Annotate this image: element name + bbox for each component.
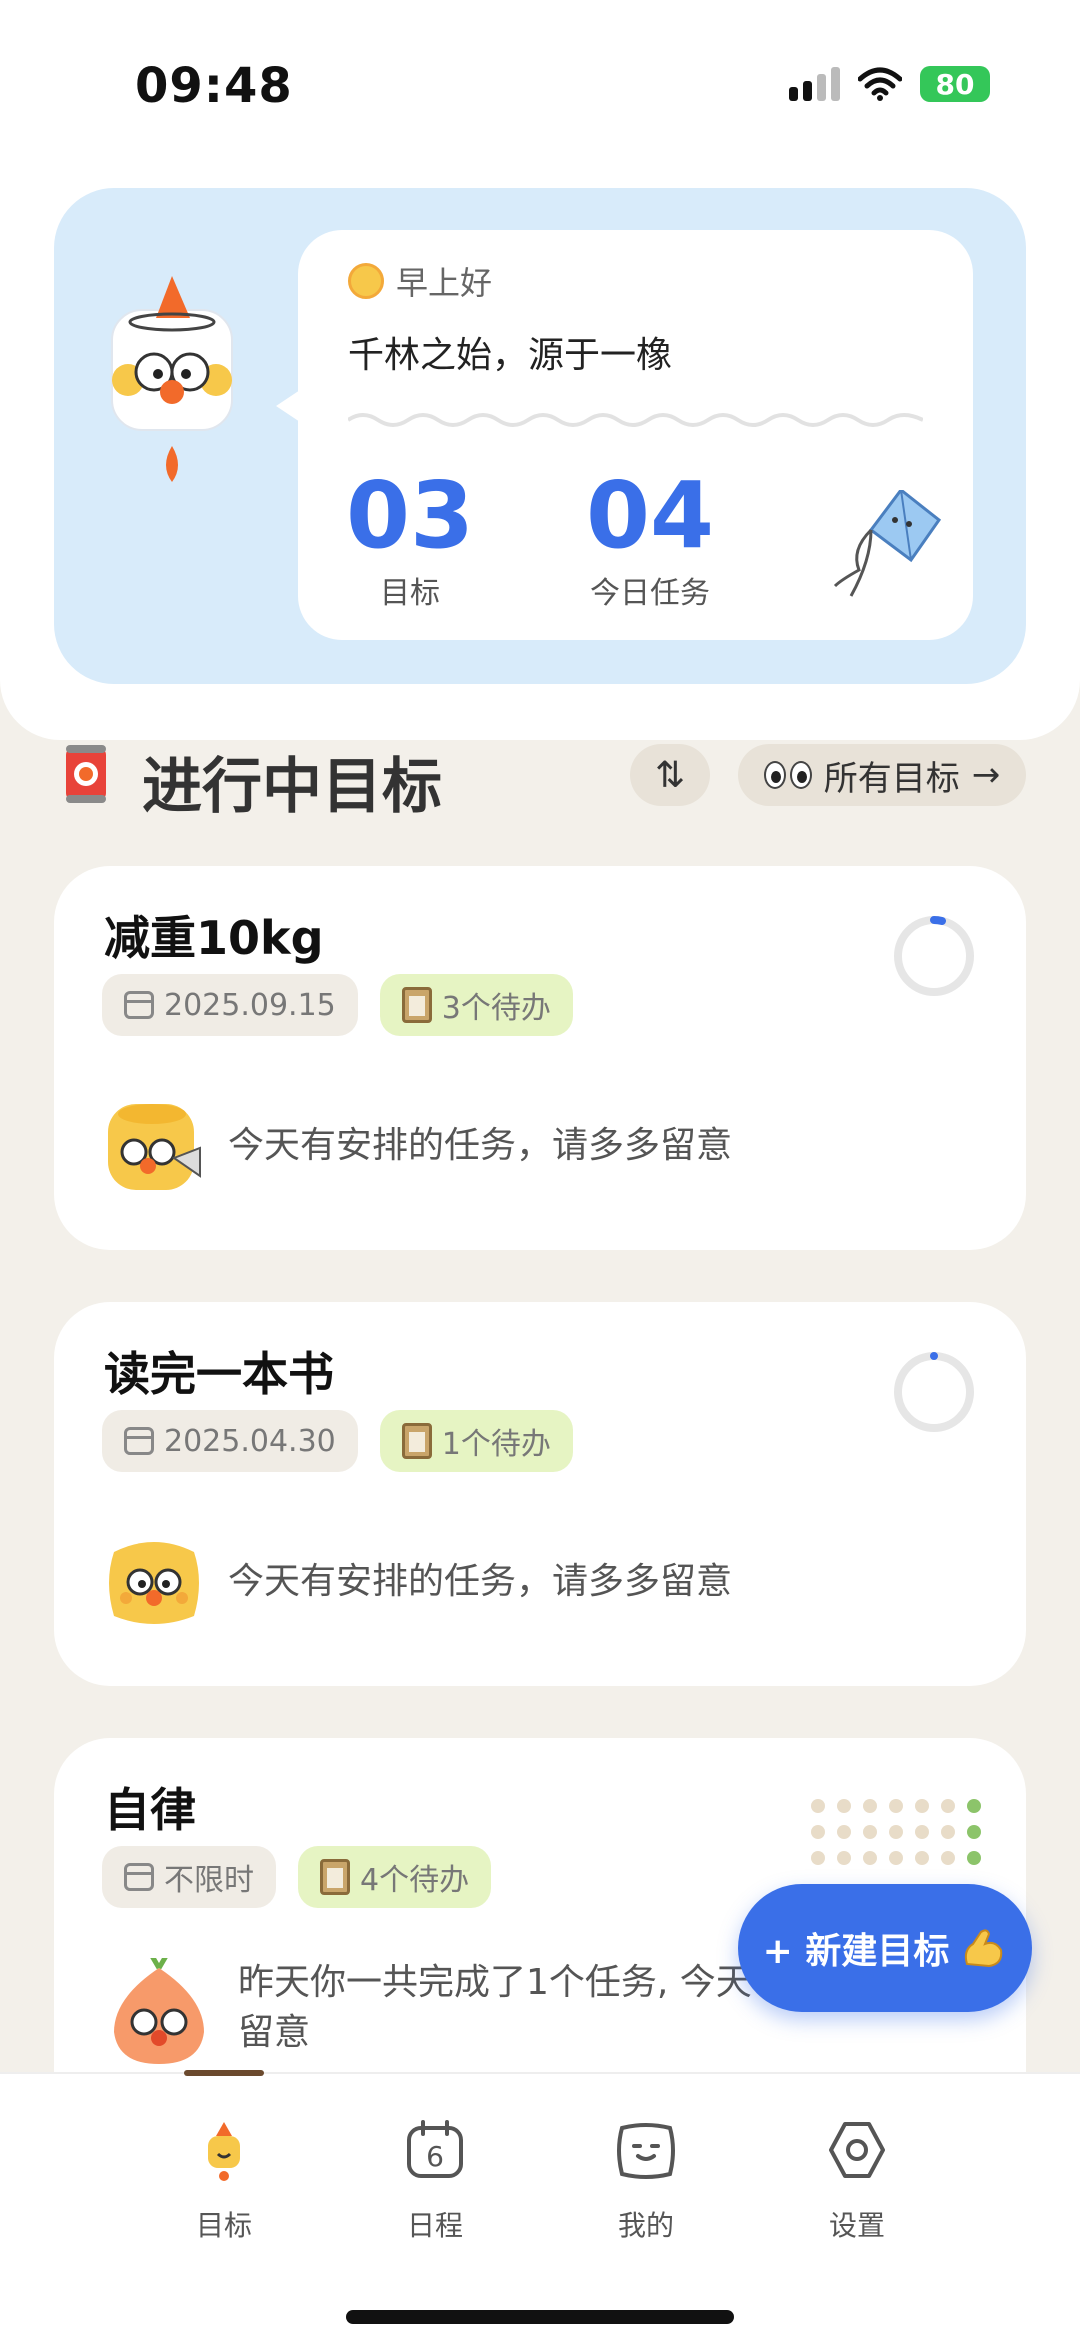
toast-mascot-icon bbox=[108, 1104, 201, 1190]
tab-goals-label: 目标 bbox=[195, 2209, 252, 2242]
signal-icon bbox=[789, 67, 840, 101]
sponge-mascot-icon bbox=[109, 1542, 199, 1624]
eyes-icon bbox=[763, 761, 812, 789]
today-task-count: 04 bbox=[586, 462, 715, 569]
goal-message-line2: 留意 bbox=[238, 2012, 311, 2054]
progress-ring bbox=[894, 916, 974, 996]
calendar-icon bbox=[124, 1427, 154, 1455]
deadline-tag: 不限时 bbox=[102, 1846, 276, 1908]
flexed-arm-icon bbox=[965, 1929, 1003, 1968]
deadline-text: 2025.09.15 bbox=[164, 987, 336, 1023]
active-tab-indicator bbox=[184, 2070, 264, 2076]
status-time: 09:48 bbox=[135, 58, 293, 114]
dots-decoration bbox=[811, 1799, 981, 1865]
battery-level: 80 bbox=[935, 67, 975, 101]
tab-settings[interactable]: 设置 bbox=[797, 2118, 917, 2244]
all-goals-label: 所有目标 bbox=[823, 758, 960, 799]
tab-bar: 目标 6 日程 我的 设置 bbox=[0, 2070, 1080, 2348]
goal-count-stat[interactable]: 03 目标 bbox=[346, 470, 474, 612]
clipboard-icon bbox=[320, 1859, 350, 1895]
todo-tag: 3个待办 bbox=[379, 974, 573, 1036]
today-task-label: 今日任务 bbox=[590, 576, 711, 611]
new-goal-label: + 新建目标 bbox=[762, 1931, 950, 1972]
sort-icon: ⇅ bbox=[654, 754, 686, 796]
goal-card[interactable]: 读完一本书 2025.04.30 1个待办 今天有安排的任务，请多多留意 bbox=[54, 1302, 1026, 1686]
clipboard-icon bbox=[401, 1423, 432, 1459]
progress-ring bbox=[894, 1352, 974, 1432]
goal-message: 昨天你一共完成了1个任务, 今天 bbox=[238, 1962, 752, 2003]
wifi-icon bbox=[858, 67, 902, 101]
tab-mine-label: 我的 bbox=[617, 2209, 674, 2242]
todo-text: 3个待办 bbox=[441, 991, 551, 1026]
goal-title: 读完一本书 bbox=[104, 1347, 334, 1401]
today-task-stat[interactable]: 04 今日任务 bbox=[586, 470, 714, 612]
tab-schedule-label: 日程 bbox=[406, 2209, 463, 2242]
arrow-right-icon: → bbox=[971, 755, 1001, 795]
todo-tag: 4个待办 bbox=[298, 1846, 492, 1908]
sun-icon bbox=[348, 263, 384, 299]
motto-text: 千林之始，源于一橡 bbox=[348, 335, 673, 376]
can-icon bbox=[66, 745, 106, 803]
kite-icon bbox=[833, 490, 941, 597]
todo-tag: 1个待办 bbox=[379, 1410, 573, 1472]
greeting-text: 早上好 bbox=[396, 264, 493, 302]
section-title: 进行中目标 bbox=[142, 752, 442, 822]
deadline-text: 2025.04.30 bbox=[164, 1423, 336, 1459]
rocket-mascot-icon bbox=[208, 2122, 240, 2181]
deadline-tag: 2025.04.30 bbox=[102, 1410, 358, 1472]
hexagon-settings-icon bbox=[829, 2122, 885, 2178]
calendar-day: 6 bbox=[426, 2140, 444, 2173]
all-goals-button[interactable]: 所有目标 → bbox=[738, 744, 1026, 806]
rocket-mascot-icon bbox=[111, 276, 233, 482]
wave-divider bbox=[348, 413, 923, 427]
goal-title: 减重10kg bbox=[104, 911, 324, 965]
goal-message: 今天有安排的任务，请多多留意 bbox=[228, 1560, 733, 1602]
battery-icon: 80 bbox=[920, 66, 990, 102]
todo-text: 4个待办 bbox=[360, 1863, 470, 1898]
tab-goals[interactable]: 目标 bbox=[164, 2118, 284, 2244]
face-icon bbox=[617, 2123, 675, 2179]
deadline-tag: 2025.09.15 bbox=[102, 974, 358, 1036]
goal-message: 今天有安排的任务，请多多留意 bbox=[228, 1124, 733, 1166]
status-bar: 09:48 80 bbox=[0, 0, 1080, 170]
home-indicator bbox=[346, 2310, 734, 2324]
calendar-6-icon: 6 bbox=[407, 2120, 463, 2178]
greeting-bubble: 早上好 千林之始，源于一橡 03 目标 04 今日任务 bbox=[276, 230, 973, 640]
new-goal-button[interactable]: + 新建目标 bbox=[738, 1884, 1032, 2012]
goal-card[interactable]: 减重10kg 2025.09.15 3个待办 今天有安排的任务，请多多留意 bbox=[54, 866, 1026, 1250]
sort-button[interactable]: ⇅ bbox=[630, 744, 710, 806]
todo-text: 1个待办 bbox=[441, 1427, 551, 1462]
clipboard-icon bbox=[401, 987, 432, 1023]
deadline-text: 不限时 bbox=[164, 1863, 254, 1898]
calendar-icon bbox=[124, 1863, 154, 1891]
tab-settings-label: 设置 bbox=[828, 2209, 885, 2242]
onion-mascot-icon bbox=[114, 1958, 204, 2064]
goal-count: 03 bbox=[346, 462, 475, 569]
calendar-icon bbox=[124, 991, 154, 1019]
goal-count-label: 目标 bbox=[380, 576, 441, 611]
tab-mine[interactable]: 我的 bbox=[586, 2118, 706, 2244]
goal-title: 自律 bbox=[104, 1783, 196, 1837]
tab-schedule[interactable]: 6 日程 bbox=[375, 2118, 495, 2244]
